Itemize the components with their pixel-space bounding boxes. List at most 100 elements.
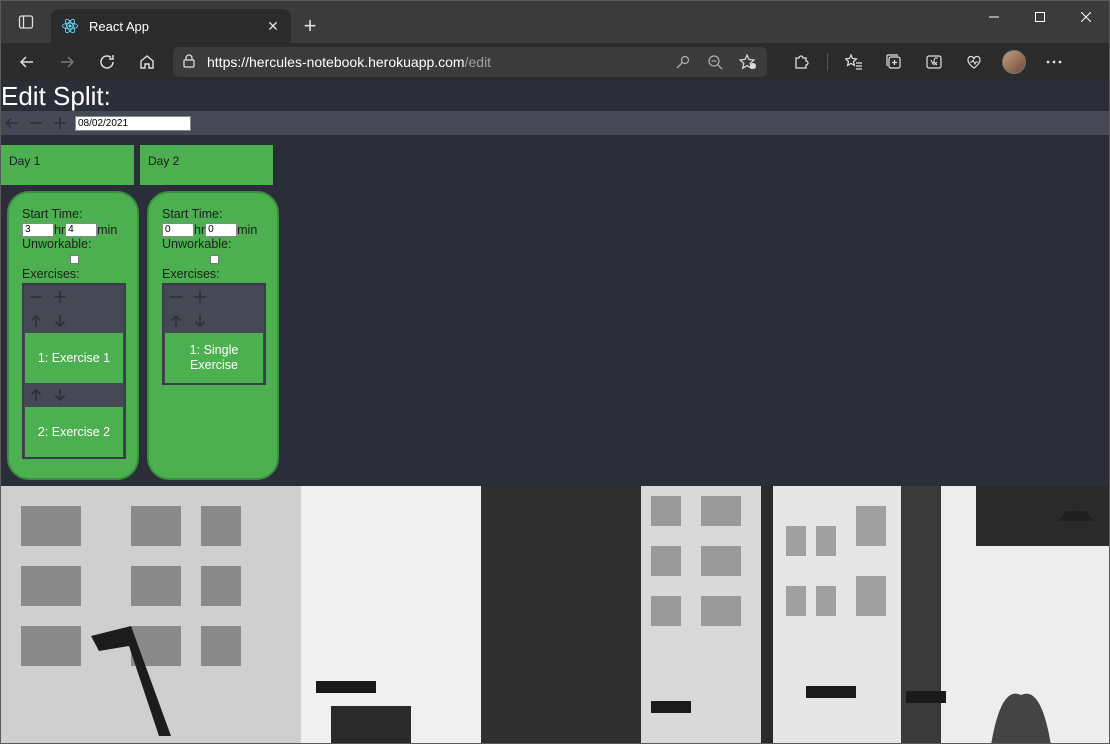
add-exercise-button[interactable] — [50, 287, 70, 307]
day-tab-1[interactable]: Day 1 — [1, 145, 134, 185]
gym-background-image — [1, 486, 1109, 743]
date-input[interactable] — [75, 115, 191, 131]
refresh-button[interactable] — [87, 46, 127, 78]
tab-actions-button[interactable] — [1, 1, 51, 43]
refresh-icon — [100, 55, 114, 69]
avatar — [1002, 50, 1026, 74]
profile-button[interactable] — [994, 46, 1034, 78]
add-exercise-button[interactable] — [190, 287, 210, 307]
minimize-icon — [989, 16, 999, 18]
plus-icon — [194, 291, 206, 303]
back-button[interactable] — [7, 46, 47, 78]
arrow-down-icon — [194, 315, 206, 328]
toolbar-separator — [827, 53, 828, 71]
hr-unit: hr — [194, 222, 206, 237]
plus-icon — [54, 117, 66, 129]
exercise-move-controls — [24, 309, 124, 333]
math-solver-icon — [926, 55, 942, 69]
exercise-item[interactable]: 1: Single Exercise — [165, 333, 263, 383]
maximize-icon — [1035, 12, 1045, 22]
window-controls — [971, 1, 1109, 33]
close-tab-icon[interactable]: ✕ — [265, 18, 281, 34]
forward-button[interactable] — [47, 46, 87, 78]
exercise-add-remove-controls — [24, 285, 124, 309]
arrow-up-icon — [170, 314, 182, 327]
zoom-out-icon[interactable] — [707, 54, 723, 70]
move-down-button[interactable] — [190, 311, 210, 331]
add-day-button[interactable] — [51, 114, 69, 132]
new-tab-button[interactable]: + — [291, 9, 329, 43]
start-time-label: Start Time: — [162, 207, 223, 221]
extensions-button[interactable] — [781, 46, 821, 78]
exercise-move-controls — [164, 309, 264, 333]
browser-tab[interactable]: React App ✕ — [51, 9, 291, 43]
back-icon — [19, 56, 33, 68]
move-down-button[interactable] — [50, 311, 70, 331]
heart-pulse-icon — [967, 55, 981, 69]
favorites-icon — [845, 53, 862, 70]
hours-input[interactable] — [162, 222, 194, 237]
math-solver-button[interactable] — [914, 46, 954, 78]
split-control-bar — [1, 111, 1109, 135]
maximize-button[interactable] — [1017, 1, 1063, 33]
unworkable-checkbox[interactable] — [209, 255, 219, 264]
url-path: /edit — [464, 54, 492, 70]
exercise-list: 1: Single Exercise — [162, 283, 266, 385]
hr-unit: hr — [54, 222, 66, 237]
lock-icon — [183, 53, 195, 71]
minimize-button[interactable] — [971, 1, 1017, 33]
exercises-label: Exercises: — [162, 267, 220, 281]
start-time-label: Start Time: — [22, 207, 83, 221]
move-up-button[interactable] — [166, 311, 186, 331]
unworkable-label: Unworkable: — [22, 237, 92, 251]
add-favorite-icon[interactable] — [739, 54, 757, 70]
tab-actions-icon — [18, 15, 34, 29]
page-title: Edit Split: — [1, 81, 111, 111]
hours-input[interactable] — [22, 222, 54, 237]
move-up-button[interactable] — [26, 311, 46, 331]
remove-exercise-button[interactable] — [26, 287, 46, 307]
min-unit: min — [97, 222, 118, 237]
exercise-item[interactable]: 2: Exercise 2 — [25, 407, 123, 457]
close-window-icon — [1081, 12, 1091, 22]
remove-day-button[interactable] — [27, 114, 45, 132]
address-bar[interactable]: https://hercules-notebook.herokuapp.com /… — [173, 47, 767, 77]
collections-icon — [886, 54, 901, 69]
plus-icon — [54, 291, 66, 303]
exercise-add-remove-controls — [164, 285, 264, 309]
minutes-input[interactable] — [65, 222, 98, 237]
close-window-button[interactable] — [1063, 1, 1109, 33]
more-options-icon — [1046, 60, 1062, 64]
settings-menu-button[interactable] — [1034, 46, 1074, 78]
home-icon — [140, 55, 154, 69]
home-button[interactable] — [127, 46, 167, 78]
day-tab-2[interactable]: Day 2 — [140, 145, 273, 185]
minus-icon — [170, 296, 182, 298]
favorites-button[interactable] — [834, 46, 874, 78]
key-icon[interactable] — [675, 54, 691, 70]
collections-button[interactable] — [874, 46, 914, 78]
arrow-up-icon — [30, 388, 42, 401]
url-host: https://hercules-notebook.herokuapp.com — [207, 54, 465, 70]
page-content: Edit Split: Day 1 Day 2 Start Time: — [1, 81, 1109, 743]
day-tab-label: Day 1 — [9, 154, 41, 168]
remove-exercise-button[interactable] — [166, 287, 186, 307]
move-up-button[interactable] — [26, 385, 46, 405]
minus-icon — [30, 122, 42, 124]
minutes-input[interactable] — [205, 222, 238, 237]
unworkable-label: Unworkable: — [162, 237, 232, 251]
react-logo-icon — [62, 18, 78, 34]
exercises-label: Exercises: — [22, 267, 80, 281]
performance-button[interactable] — [954, 46, 994, 78]
forward-icon — [61, 56, 75, 68]
day-card-2: Start Time: hr min Unworkable: Exercises… — [147, 191, 279, 480]
min-unit: min — [237, 222, 258, 237]
browser-window: React App ✕ + https://hercules-notebook.… — [0, 0, 1110, 744]
move-down-button[interactable] — [50, 385, 70, 405]
day-card-1: Start Time: hr min Unworkable: Exercises… — [7, 191, 139, 480]
back-arrow-button[interactable] — [3, 114, 21, 132]
unworkable-checkbox[interactable] — [69, 255, 79, 264]
title-bar: React App ✕ + — [1, 1, 1109, 43]
arrow-up-icon — [30, 314, 42, 327]
exercise-item[interactable]: 1: Exercise 1 — [25, 333, 123, 383]
